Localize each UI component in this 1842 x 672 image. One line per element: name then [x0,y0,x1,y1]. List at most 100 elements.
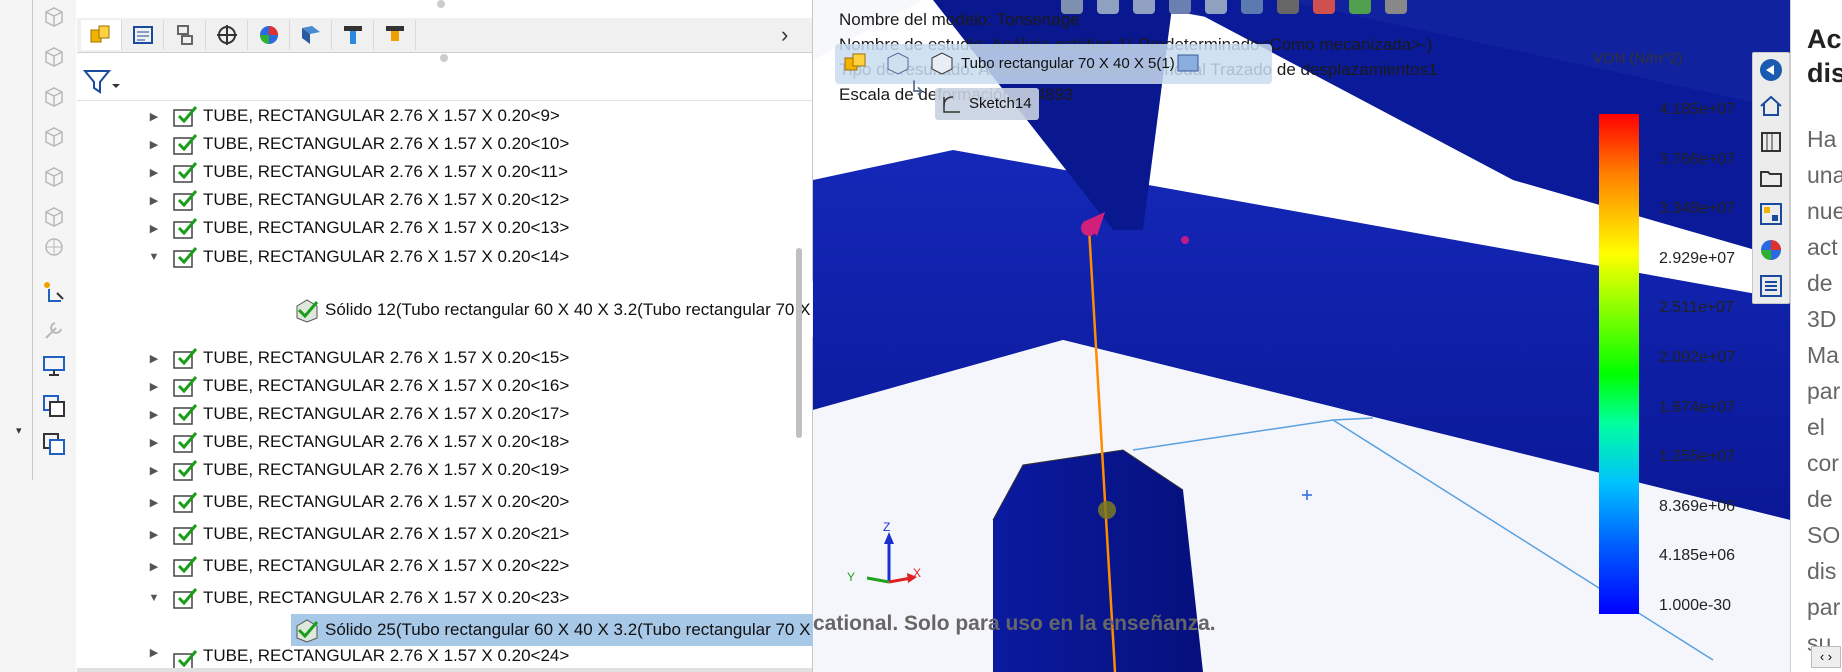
tree-item-label: TUBE, RECTANGULAR 2.76 X 1.57 X 0.20<12> [203,190,570,209]
view-bottom-icon[interactable] [40,202,68,230]
tree-item-label: TUBE, RECTANGULAR 2.76 X 1.57 X 0.20<15> [203,348,570,367]
chevron-right-icon[interactable]: › [781,22,788,48]
tree-item[interactable]: ▶ TUBE, RECTANGULAR 2.76 X 1.57 X 0.20<13… [147,212,569,244]
file-explorer-folder-icon[interactable] [1758,165,1784,191]
graphics-viewport[interactable]: Nombre del modelo: Tonsenage Nombre de e… [813,0,1790,672]
triad-axes-icon [866,532,917,584]
tab-configuration-manager[interactable] [165,20,206,50]
view-back-icon[interactable] [40,42,68,70]
custom-properties-icon[interactable] [1758,273,1784,299]
expand-caret-icon[interactable]: ▶ [147,464,161,477]
expand-caret-icon[interactable]: ▶ [147,496,161,509]
home-icon[interactable] [1758,93,1784,119]
zoom-fit-icon[interactable] [1061,0,1083,14]
solidworks-resources-icon[interactable] [1758,57,1784,83]
tree-item[interactable]: ▶ TUBE, RECTANGULAR 2.76 X 1.57 X 0.20<21… [147,518,569,550]
tree-item-child[interactable]: Sólido 12(Tubo rectangular 60 X 40 X 3.2… [293,294,834,326]
expand-caret-icon[interactable]: ▶ [147,528,161,541]
triad-z-label: Z [883,520,891,534]
stress-color-bar [1599,114,1639,614]
view-front-icon[interactable] [40,2,68,30]
filter-funnel-icon[interactable] [82,68,121,101]
tab-simulation-manager[interactable] [333,20,374,50]
expand-caret-icon[interactable]: ▶ [147,408,161,421]
tree-item[interactable]: ▶ TUBE, RECTANGULAR 2.76 X 1.57 X 0.20<22… [147,550,569,582]
tab-property-manager[interactable] [123,20,164,50]
part-checkmark-icon [171,520,199,548]
expand-caret-icon[interactable]: ▶ [147,560,161,573]
tree-item-label: TUBE, RECTANGULAR 2.76 X 1.57 X 0.20<16> [203,376,570,395]
paste-layers-icon[interactable] [40,430,68,458]
task-pane-scroll-arrows[interactable]: ‹ › [1811,646,1841,668]
view-left-icon[interactable] [40,82,68,110]
expand-caret-icon[interactable]: ▶ [147,166,161,179]
expand-caret-icon[interactable]: ▶ [147,380,161,393]
sketch-label[interactable]: Sketch14 [969,95,1032,112]
expand-caret-icon[interactable]: ▶ [147,352,161,365]
view-isometric-icon[interactable] [40,232,68,260]
task-pane-title-line: dis [1807,58,1842,88]
splitter-grip[interactable] [440,54,448,62]
breadcrumb-part-label[interactable]: Tubo rectangular 70 X 40 X 5(1) [961,55,1175,72]
expand-caret-icon[interactable]: ▶ [147,222,161,235]
part-checkmark-icon [171,552,199,580]
display-style-icon[interactable] [1241,0,1263,14]
tree-item-label: TUBE, RECTANGULAR 2.76 X 1.57 X 0.20<13> [203,218,570,237]
appearances-scenes-icon[interactable] [1758,237,1784,263]
previous-view-icon[interactable] [1133,0,1155,14]
collapse-caret-icon[interactable]: ▼ [147,592,161,604]
zoom-area-icon[interactable] [1097,0,1119,14]
tree-item-label: Sólido 12(Tubo rectangular 60 X 40 X 3.2… [325,300,835,319]
tree-item[interactable]: ▶ TUBE, RECTANGULAR 2.76 X 1.57 X 0.20<20… [147,486,569,518]
tab-dimxpert-manager[interactable] [207,20,248,50]
tree-item-label: TUBE, RECTANGULAR 2.76 X 1.57 X 0.20<9> [203,106,560,125]
view-right-icon[interactable] [40,122,68,150]
solid-body-icon [293,296,321,324]
tab-cam-manager[interactable] [291,20,332,50]
dropdown-arrow-icon[interactable]: ▾ [16,424,22,437]
tree-item-label: TUBE, RECTANGULAR 2.76 X 1.57 X 0.20<10> [203,134,570,153]
legend-title: VON (N/m^2) [1593,50,1683,67]
selection-breadcrumb[interactable]: Tubo rectangular 70 X 40 X 5(1) [835,44,1272,84]
tree-scrollbar[interactable] [796,248,802,438]
copy-layers-icon[interactable] [40,392,68,420]
display-monitor-icon[interactable] [40,352,68,380]
tree-item-label: TUBE, RECTANGULAR 2.76 X 1.57 X 0.20<17> [203,404,570,423]
view-settings-icon[interactable] [1385,0,1407,14]
expand-caret-icon[interactable]: ▶ [147,110,161,123]
section-view-icon[interactable] [1169,0,1191,14]
tab-feature-manager[interactable] [81,20,122,50]
task-pane-body-line: 3D [1807,306,1837,332]
view-top-icon[interactable] [40,162,68,190]
expand-caret-icon[interactable]: ▶ [147,138,161,151]
task-pane-body-line: par [1807,594,1841,620]
collapse-caret-icon[interactable]: ▼ [147,251,161,263]
legend-label: 1.000e-30 [1659,597,1732,614]
expand-caret-icon[interactable]: ▶ [147,194,161,207]
design-library-icon[interactable] [1758,129,1784,155]
horizontal-scrollbar[interactable] [77,668,812,672]
hide-show-icon[interactable] [1277,0,1299,14]
solid-body-icon [293,616,321,644]
sketch-breadcrumb[interactable]: Sketch14 [935,88,1039,120]
legend-label: 8.369e+06 [1659,498,1736,515]
splitter-grip[interactable] [437,0,445,8]
appearance-icon[interactable] [1313,0,1335,14]
expand-caret-icon[interactable]: ▶ [147,436,161,449]
scene-icon[interactable] [1349,0,1371,14]
part-checkmark-icon [171,428,199,456]
tree-item[interactable]: ▼ TUBE, RECTANGULAR 2.76 X 1.57 X 0.20<23… [147,582,569,614]
tab-display-manager[interactable] [249,20,290,50]
view-orientation-icon[interactable] [1205,0,1227,14]
tools-wrench-icon[interactable] [40,316,68,344]
expand-caret-icon[interactable]: ▶ [147,646,161,659]
tree-item-label: Sólido 25(Tubo rectangular 60 X 40 X 3.2… [325,620,835,639]
tree-item-child-selected[interactable]: Sólido 25(Tubo rectangular 60 X 40 X 3.2… [291,614,867,646]
tree-item[interactable]: ▼ TUBE, RECTANGULAR 2.76 X 1.57 X 0.20<14… [147,241,569,273]
tree-item[interactable]: ▶ TUBE, RECTANGULAR 2.76 X 1.57 X 0.20<19… [147,454,569,486]
task-pane-body-line: par [1807,378,1841,404]
tab-plastics-manager[interactable] [375,20,416,50]
legend-label: 2.929e+07 [1659,250,1736,267]
sketch-select-icon[interactable] [40,278,68,306]
view-palette-icon[interactable] [1758,201,1784,227]
